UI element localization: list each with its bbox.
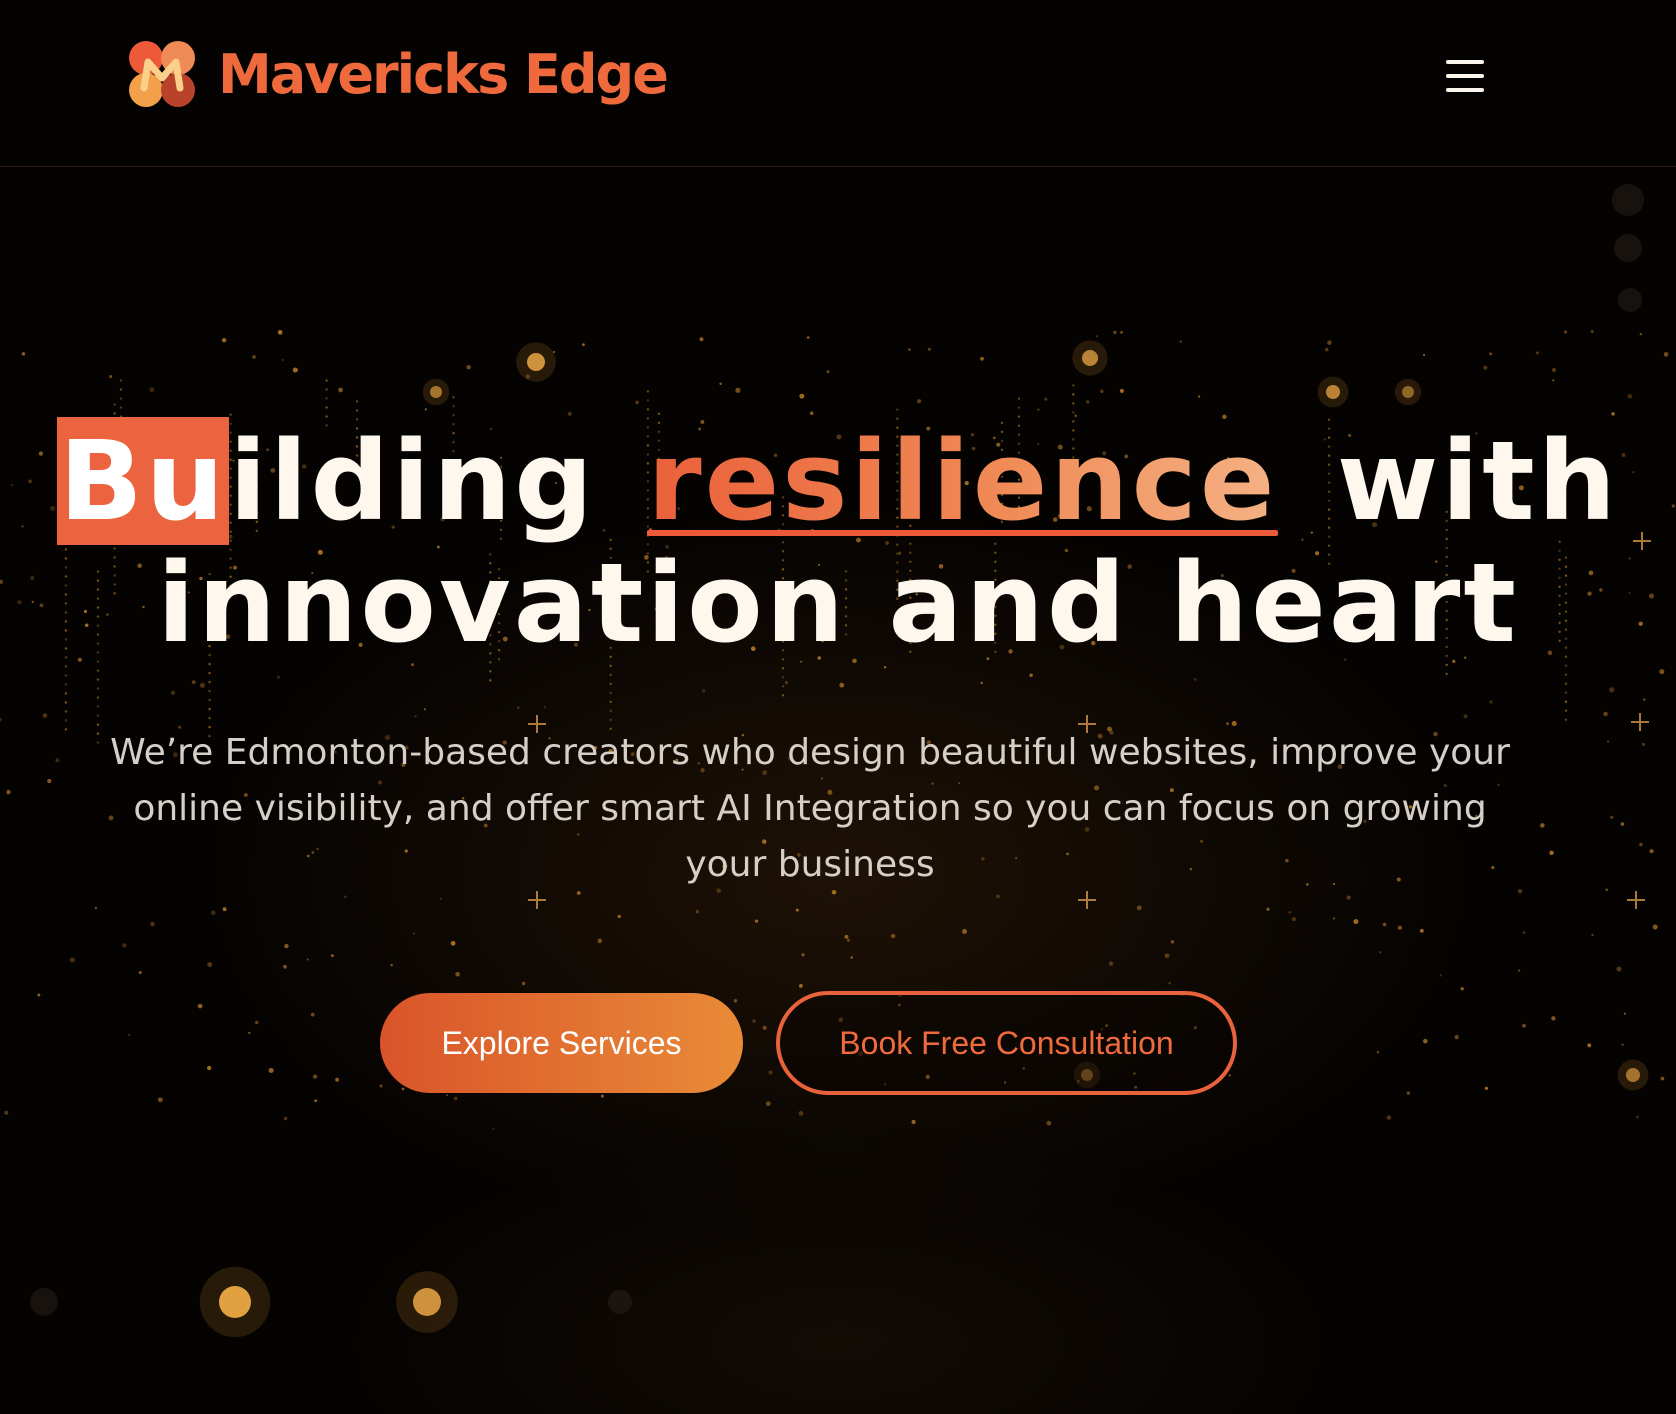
site-header: Mavericks Edge: [0, 0, 1676, 167]
hero-subtitle: We’re Edmonton-based creators who design…: [110, 732, 1510, 885]
title-accent-text: resilience: [647, 417, 1278, 545]
hero-title-line-2: innovation and heart: [157, 539, 1519, 667]
title-accent-word: resilience: [637, 420, 1295, 542]
brand-logo-icon: [129, 41, 195, 107]
title-accent-underline: [647, 530, 1278, 536]
title-word-with: with: [1336, 417, 1620, 545]
hamburger-menu-icon-bar: [1446, 74, 1484, 78]
particle-field: [0, 184, 1675, 1338]
explore-services-button[interactable]: Explore Services: [380, 993, 743, 1093]
book-consultation-button[interactable]: Book Free Consultation: [776, 991, 1237, 1095]
hero-title-line-1: Building resilience with: [0, 417, 1676, 545]
hamburger-menu-icon: [1446, 60, 1484, 64]
title-highlight-box: Bu: [56, 417, 230, 545]
hero-background: [0, 0, 1676, 1414]
brand-logo[interactable]: Mavericks Edge: [126, 38, 669, 110]
title-word-building-rest: ilding: [229, 417, 597, 545]
hamburger-menu-icon-bar: [1446, 88, 1484, 92]
menu-button[interactable]: [1440, 54, 1490, 98]
hero-title: Building resilience with innovation and …: [0, 417, 1676, 667]
brand-name: Mavericks Edge: [218, 42, 669, 106]
